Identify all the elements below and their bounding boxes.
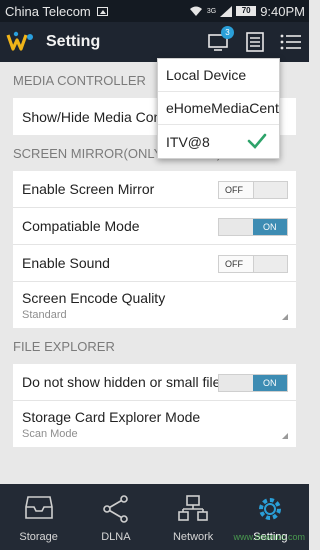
network-icon xyxy=(178,495,208,521)
menu-item-itv8[interactable]: ITV@8 xyxy=(158,125,279,158)
enable-sound-row: Enable Sound OFF xyxy=(13,245,296,282)
page-title: Setting xyxy=(46,33,101,50)
screen-encode-quality-value: Standard xyxy=(22,308,67,321)
nav-label-setting: Setting xyxy=(253,531,288,543)
network-type: 3G xyxy=(206,7,217,15)
enable-sound-toggle[interactable]: OFF xyxy=(218,255,288,273)
enable-screen-mirror-row: Enable Screen Mirror OFF xyxy=(13,171,296,208)
checkmark-icon xyxy=(247,133,267,149)
storage-card-explorer-mode-label: Storage Card Explorer Mode xyxy=(22,408,201,425)
toggle-state-off: OFF xyxy=(219,256,253,272)
battery-icon: 70 xyxy=(236,6,257,16)
nav-label-dlna: DLNA xyxy=(101,531,131,543)
dropdown-corner-icon xyxy=(282,314,288,320)
nav-label-storage: Storage xyxy=(19,531,58,543)
screen-encode-quality-label: Screen Encode Quality xyxy=(22,289,166,306)
screen-encode-quality-row[interactable]: Screen Encode Quality Standard xyxy=(13,282,296,328)
enable-sound-label: Enable Sound xyxy=(22,255,110,271)
menu-item-local-device[interactable]: Local Device xyxy=(158,59,279,92)
storage-tray-icon xyxy=(24,496,53,519)
device-dropdown-menu: Local Device eHomeMediaCenter ITV@8 xyxy=(157,58,280,159)
section-header-file-explorer: FILE EXPLORER xyxy=(13,338,115,354)
menu-item-ehomemediacenter[interactable]: eHomeMediaCenter xyxy=(158,92,279,125)
toggle-state-off: OFF xyxy=(219,182,253,198)
list-document-icon xyxy=(246,32,264,52)
status-bar: China Telecom 3G 70 9:40PM xyxy=(0,0,309,22)
app-bar: Setting 3 xyxy=(0,22,309,62)
document-list-button[interactable] xyxy=(237,22,273,62)
toggle-state-on: ON xyxy=(253,375,287,391)
compatible-mode-row: Compatiable Mode ON xyxy=(13,208,296,245)
overflow-menu-button[interactable] xyxy=(273,22,309,62)
toggle-state-on: ON xyxy=(253,219,287,235)
wifi-icon xyxy=(189,6,202,16)
file-explorer-card: Do not show hidden or small files ON Sto… xyxy=(13,364,296,447)
nav-label-network: Network xyxy=(172,531,214,543)
clock: 9:40PM xyxy=(260,3,305,19)
app-logo-icon[interactable] xyxy=(4,27,36,57)
hidden-files-label: Do not show hidden or small files xyxy=(22,374,228,390)
nav-item-storage[interactable]: Storage xyxy=(0,484,77,550)
dropdown-corner-icon xyxy=(282,433,288,439)
nav-item-dlna[interactable]: DLNA xyxy=(77,484,154,550)
storage-card-explorer-mode-row[interactable]: Storage Card Explorer Mode Scan Mode xyxy=(13,401,296,447)
gear-icon xyxy=(259,498,282,520)
hidden-files-row: Do not show hidden or small files ON xyxy=(13,364,296,401)
hidden-files-toggle[interactable]: ON xyxy=(218,374,288,392)
bottom-navigation: Storage DLNA Network Setting www.downcc.… xyxy=(0,484,309,550)
share-nodes-icon xyxy=(103,495,128,523)
compatible-mode-toggle[interactable]: ON xyxy=(218,218,288,236)
device-select-button[interactable]: 3 xyxy=(201,22,237,62)
signal-icon xyxy=(220,5,233,17)
screen-mirror-card: Enable Screen Mirror OFF Compatiable Mod… xyxy=(13,171,296,328)
enable-screen-mirror-label: Enable Screen Mirror xyxy=(22,181,155,197)
compatible-mode-label: Compatiable Mode xyxy=(22,218,140,234)
menu-icon xyxy=(280,34,301,50)
nav-item-setting[interactable]: Setting xyxy=(232,484,309,550)
enable-screen-mirror-toggle[interactable]: OFF xyxy=(218,181,288,199)
nav-item-network[interactable]: Network xyxy=(155,484,232,550)
carrier-name: China Telecom xyxy=(5,3,91,19)
status-indicators: 3G 70 9:40PM xyxy=(189,4,305,19)
storage-card-explorer-mode-value: Scan Mode xyxy=(22,427,78,440)
device-count-badge: 3 xyxy=(221,26,234,39)
app-bar-actions: 3 xyxy=(201,22,309,62)
image-notification-icon xyxy=(96,6,108,16)
